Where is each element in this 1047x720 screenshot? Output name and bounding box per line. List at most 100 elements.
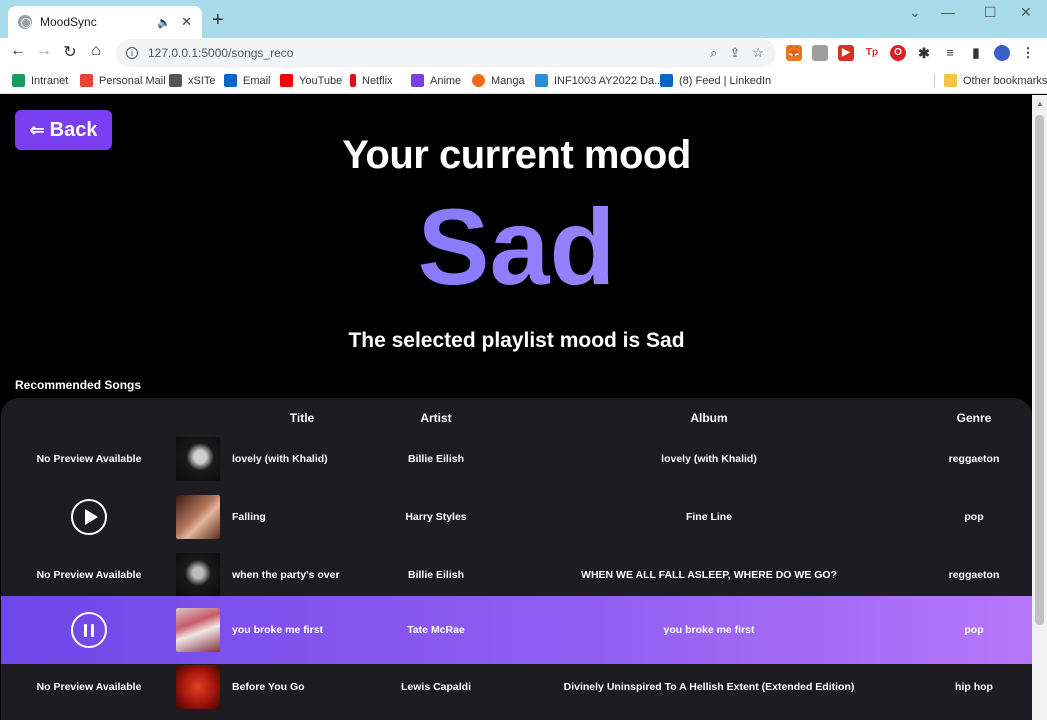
- media-icon[interactable]: ≡: [942, 45, 958, 61]
- mood-label: Sad: [1, 187, 1032, 307]
- song-title: Falling: [232, 511, 266, 523]
- star-icon[interactable]: ☆: [752, 45, 764, 61]
- song-artist: Billie Eilish: [407, 569, 465, 581]
- close-window-button[interactable]: ✕: [1020, 4, 1032, 21]
- column-genre: Genre: [956, 411, 992, 425]
- reload-icon[interactable]: ↻: [60, 42, 80, 62]
- sidepanel-icon[interactable]: ▮: [968, 45, 984, 61]
- minimize-button[interactable]: —: [941, 4, 955, 20]
- bookmark-label: Intranet: [31, 74, 69, 87]
- gmail-icon: [80, 74, 93, 87]
- close-tab-icon[interactable]: ✕: [181, 14, 192, 30]
- song-album: you broke me first: [663, 624, 755, 636]
- bookmark-label: Email: [243, 74, 271, 87]
- table-row-playing[interactable]: you broke me first Tate McRae you broke …: [1, 596, 1032, 664]
- menu-icon[interactable]: ⋮: [1020, 45, 1036, 61]
- manga-icon: [472, 74, 485, 87]
- forward-arrow-icon[interactable]: →: [34, 42, 54, 60]
- section-title: Recommended Songs: [15, 378, 142, 392]
- bookmark-intranet[interactable]: Intranet: [12, 74, 68, 87]
- bookmark-label: Netflix: [362, 74, 393, 87]
- avatar[interactable]: [994, 45, 1010, 61]
- speaker-icon[interactable]: 🔈: [157, 16, 171, 29]
- playlist-mood-text: The selected playlist mood is Sad: [348, 329, 685, 352]
- song-genre: reggaeton: [948, 453, 1000, 465]
- info-icon[interactable]: i: [126, 47, 138, 59]
- album-art: [176, 608, 220, 652]
- browser-toolbar: ← → ↻ ⌂ i 127.0.0.1:5000/songs_reco ⌕ ⇪ …: [0, 38, 1047, 68]
- share-icon[interactable]: ⇪: [729, 45, 740, 61]
- folder-icon: [944, 74, 957, 87]
- bookmark-label: Other bookmarks: [963, 74, 1047, 87]
- bookmark-email[interactable]: Email: [224, 74, 271, 87]
- song-genre: hip hop: [955, 681, 993, 693]
- other-bookmarks[interactable]: Other bookmarks: [944, 74, 1047, 87]
- maximize-button[interactable]: ☐: [984, 4, 997, 21]
- bookmark-anime[interactable]: Anime: [411, 74, 461, 87]
- home-icon[interactable]: ⌂: [86, 42, 106, 60]
- opera-icon[interactable]: O: [890, 45, 906, 61]
- page-content: ⇐ Back Your current mood Sad The selecte…: [1, 95, 1032, 720]
- song-album: lovely (with Khalid): [661, 453, 757, 465]
- play-icon: [84, 509, 98, 525]
- bookmark-youtube[interactable]: YouTube: [280, 74, 342, 87]
- intranet-icon: [12, 74, 25, 87]
- song-genre: pop: [964, 511, 984, 523]
- bookmarks-bar: Intranet Personal Mail xSITe Email YouTu…: [0, 68, 1047, 94]
- song-album: Fine Line: [685, 511, 733, 523]
- scrollbar-thumb[interactable]: [1035, 115, 1044, 625]
- pause-icon: [84, 623, 94, 637]
- table-row[interactable]: No Preview Available lovely (with Khalid…: [1, 430, 1032, 488]
- bookmark-linkedin[interactable]: (8) Feed | LinkedIn: [660, 74, 771, 87]
- album-art: [176, 437, 220, 481]
- bookmark-xsite[interactable]: xSITe: [169, 74, 216, 87]
- scroll-up-icon[interactable]: ▲: [1036, 99, 1044, 108]
- song-artist: Harry Styles: [405, 511, 467, 523]
- bookmark-label: Manga: [491, 74, 525, 87]
- bar-chart-icon: [535, 74, 548, 87]
- back-arrow-icon[interactable]: ←: [8, 42, 28, 60]
- extension-icon[interactable]: [812, 45, 828, 61]
- new-tab-button[interactable]: +: [212, 10, 224, 30]
- linkedin-icon: [660, 74, 673, 87]
- song-title: lovely (with Khalid): [232, 453, 328, 465]
- browser-tab[interactable]: MoodSync 🔈 ✕: [8, 6, 202, 38]
- table-row[interactable]: Falling Harry Styles Fine Line pop: [1, 488, 1032, 546]
- song-artist: Tate McRae: [407, 624, 465, 636]
- bookmark-label: Anime: [430, 74, 462, 87]
- youtube-icon: [280, 74, 293, 87]
- song-genre: pop: [964, 624, 984, 636]
- song-title: you broke me first: [232, 624, 324, 636]
- outlook-icon: [224, 74, 237, 87]
- bookmark-label: Personal Mail: [99, 74, 166, 87]
- tp-extension-icon[interactable]: Tp: [864, 45, 880, 61]
- xsite-icon: [169, 74, 182, 87]
- song-artist: Billie Eilish: [407, 453, 465, 465]
- video-extension-icon[interactable]: ▶: [838, 45, 854, 61]
- page-scrollbar[interactable]: ▲: [1032, 95, 1047, 720]
- column-artist: Artist: [420, 411, 452, 425]
- song-artist: Lewis Capaldi: [400, 681, 472, 693]
- column-album: Album: [690, 411, 728, 425]
- album-art: [176, 553, 220, 597]
- song-album: WHEN WE ALL FALL ASLEEP, WHERE DO WE GO?: [581, 569, 837, 581]
- metamask-icon[interactable]: 🦊: [786, 45, 802, 61]
- play-button[interactable]: [71, 499, 107, 535]
- puzzle-icon[interactable]: ✱: [916, 45, 932, 61]
- zoom-icon[interactable]: ⌕: [710, 45, 717, 61]
- tab-title: MoodSync: [40, 15, 97, 29]
- bookmark-personal-mail[interactable]: Personal Mail: [80, 74, 166, 87]
- bookmark-label: xSITe: [188, 74, 216, 87]
- album-art: [176, 665, 220, 709]
- globe-icon: [18, 15, 32, 29]
- bookmark-manga[interactable]: Manga: [472, 74, 525, 87]
- bookmark-netflix[interactable]: Netflix: [350, 74, 393, 87]
- url-text[interactable]: 127.0.0.1:5000/songs_reco: [148, 46, 710, 60]
- pause-button[interactable]: [71, 612, 107, 648]
- netflix-icon: [350, 74, 356, 87]
- table-row[interactable]: No Preview Available Before You Go Lewis…: [1, 664, 1032, 720]
- address-bar[interactable]: i 127.0.0.1:5000/songs_reco ⌕ ⇪ ☆: [116, 39, 776, 67]
- bookmark-inf1003[interactable]: INF1003 AY2022 Da...: [535, 74, 663, 87]
- browser-titlebar: MoodSync 🔈 ✕ + ⌄ — ☐ ✕: [0, 0, 1047, 38]
- tab-search-icon[interactable]: ⌄: [909, 4, 921, 21]
